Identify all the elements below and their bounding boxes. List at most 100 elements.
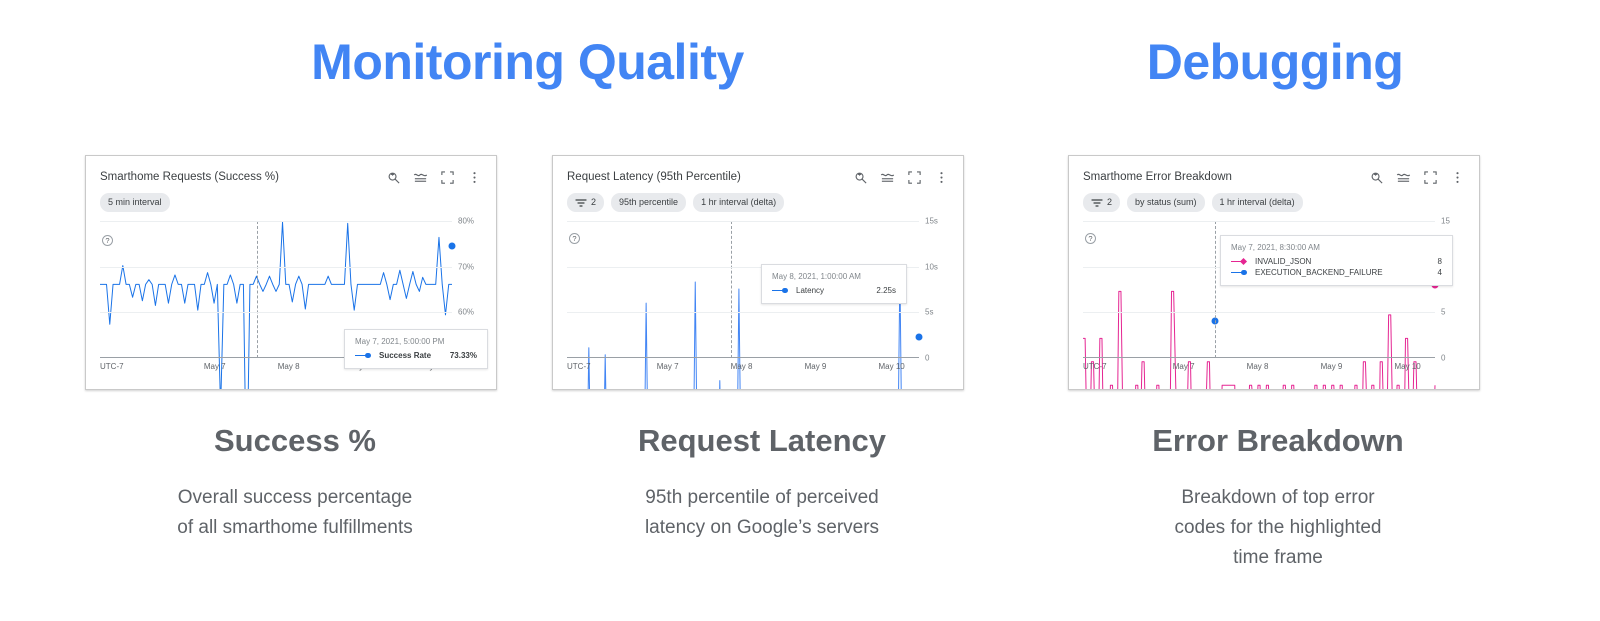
series-endpoint-marker [915, 333, 923, 341]
y-axis-tick-label: 70% [458, 262, 475, 272]
legend-swatch-line-dot [355, 352, 373, 360]
caption-line: codes for the highlighted [1174, 517, 1382, 538]
expand-fullscreen-icon[interactable] [907, 170, 922, 185]
tooltip-series-label: Latency [796, 286, 825, 295]
expand-fullscreen-icon[interactable] [440, 170, 455, 185]
tooltip-series-value: 73.33% [449, 351, 477, 360]
compare-waves-icon[interactable] [1396, 170, 1411, 185]
caption-line: time frame [1233, 547, 1323, 568]
series-endpoint-marker [448, 242, 456, 250]
section-title-monitoring: Monitoring Quality [311, 34, 744, 90]
more-vert-icon[interactable] [934, 170, 949, 185]
cursor-line[interactable] [730, 221, 732, 358]
chip-label: 95th percentile [619, 197, 679, 207]
card-icon-group [853, 170, 951, 185]
y-axis-tick-label: 80% [458, 216, 475, 226]
x-axis-tick-label: UTC-7 [567, 362, 591, 371]
chart-tooltip-success: May 7, 2021, 5:00:00 PM Success Rate 73.… [344, 329, 488, 369]
chip-groupby[interactable]: by status (sum) [1127, 193, 1205, 212]
y-axis-tick-label: 5 [1441, 307, 1446, 317]
zoom-in-icon[interactable] [1369, 170, 1384, 185]
y-axis-tick-label: 10s [925, 262, 938, 272]
tooltip-row: INVALID_JSON 8 [1231, 257, 1442, 266]
filter-icon [575, 198, 587, 207]
chart-card-errors[interactable]: Smarthome Error Breakdown 2 by status (s… [1068, 155, 1480, 390]
legend-swatch-line-diamond [1231, 257, 1249, 266]
plot-area-latency[interactable]: ? 0 5s 10s 15s UTC-7 May 7 May 8 May 9 May 10 Ma… [553, 217, 963, 381]
tooltip-time: May 7, 2021, 5:00:00 PM [355, 337, 445, 346]
caption-body-errors: Breakdown of top error codes for the hig… [1068, 483, 1488, 573]
y-axis-tick-label: 60% [458, 307, 475, 317]
expand-fullscreen-icon[interactable] [1423, 170, 1438, 185]
caption-body-success: Overall success percentage of all smarth… [85, 483, 505, 543]
x-axis-tick-label: May 9 [804, 362, 827, 371]
gridline [1083, 312, 1435, 314]
x-axis-tick-label: May 7 [203, 362, 226, 371]
chip-label: 2 [591, 197, 597, 207]
zoom-in-icon[interactable] [386, 170, 401, 185]
card-icon-group [1369, 170, 1467, 185]
column-success: Smarthome Requests (Success %) 5 min int… [85, 155, 505, 543]
tooltip-row: Latency 2.25s [772, 286, 896, 295]
x-axis [1083, 357, 1435, 358]
chip-filter-count[interactable]: 2 [567, 193, 605, 212]
x-axis-tick-label: UTC-7 [1083, 362, 1107, 371]
chart-card-latency[interactable]: Request Latency (95th Percentile) 2 95th… [552, 155, 964, 390]
x-axis-tick-label: May 8 [277, 362, 300, 371]
card-title: Smarthome Error Breakdown [1083, 171, 1232, 183]
cursor-line[interactable] [1215, 221, 1216, 358]
card-header: Request Latency (95th Percentile) [553, 156, 963, 186]
tooltip-row: Success Rate 73.33% [355, 351, 477, 360]
gridline [100, 266, 452, 268]
tooltip-series-value: 4 [1437, 268, 1442, 277]
caption-body-latency: 95th percentile of perceived latency on … [552, 483, 972, 543]
tooltip-series-value: 8 [1437, 257, 1442, 266]
chip-aggregation[interactable]: 95th percentile [611, 193, 687, 212]
legend-swatch-line-dot [1231, 269, 1249, 277]
x-axis-tick-label: UTC-7 [100, 362, 124, 371]
chip-interval[interactable]: 1 hr interval (delta) [693, 193, 785, 212]
x-axis-tick-label: May 9 [1320, 362, 1343, 371]
tooltip-series-value: 2.25s [876, 286, 896, 295]
card-title: Request Latency (95th Percentile) [567, 171, 741, 183]
y-axis-tick-label: 15s [925, 216, 938, 226]
x-axis [567, 357, 919, 358]
x-axis-tick-label: May 7 [656, 362, 679, 371]
chip-row: 5 min interval [86, 186, 496, 212]
chip-label: by status (sum) [1135, 197, 1197, 207]
compare-waves-icon[interactable] [413, 170, 428, 185]
chip-row: 2 by status (sum) 1 hr interval (delta) [1069, 186, 1479, 212]
plot-area-success[interactable]: ? 50%60%70%80%UTC-7May 7May 8May 9May 10… [86, 217, 496, 381]
cursor-line[interactable] [256, 221, 258, 358]
slide-root: Monitoring Quality Debugging Smarthome R… [0, 0, 1600, 621]
x-axis-tick-label: May 8 [730, 362, 753, 371]
caption-line: 95th percentile of perceived [645, 487, 879, 508]
chip-interval[interactable]: 5 min interval [100, 193, 170, 212]
more-vert-icon[interactable] [1450, 170, 1465, 185]
chip-row: 2 95th percentile 1 hr interval (delta) [553, 186, 963, 212]
filter-icon [1091, 198, 1103, 207]
tooltip-series-label: EXECUTION_BACKEND_FAILURE [1255, 268, 1383, 277]
compare-waves-icon[interactable] [880, 170, 895, 185]
legend-swatch-line-dot [772, 287, 790, 295]
gridline [1083, 221, 1435, 222]
zoom-in-icon[interactable] [853, 170, 868, 185]
caption-line: latency on Google’s servers [644, 517, 880, 538]
caption-line: Overall success percentage [177, 487, 413, 508]
chart-tooltip-errors: May 7, 2021, 8:30:00 AM INVALID_JSON 8 E… [1220, 235, 1453, 286]
tooltip-row: EXECUTION_BACKEND_FAILURE 4 [1231, 268, 1442, 277]
chip-label: 2 [1107, 197, 1113, 207]
chart-tooltip-latency: May 8, 2021, 1:00:00 AM Latency 2.25s [761, 264, 907, 304]
chip-filter-count[interactable]: 2 [1083, 193, 1121, 212]
more-vert-icon[interactable] [467, 170, 482, 185]
x-axis-tick-label: May 7 [1172, 362, 1195, 371]
tooltip-time: May 7, 2021, 8:30:00 AM [1231, 243, 1320, 252]
card-header: Smarthome Error Breakdown [1069, 156, 1479, 186]
caption-title-success: Success % [214, 423, 376, 458]
plot-area-errors[interactable]: ? 051015UTC-7May 7May 8May 9May 10 May 7… [1069, 217, 1479, 381]
chart-card-success[interactable]: Smarthome Requests (Success %) 5 min int… [85, 155, 497, 390]
chip-interval[interactable]: 1 hr interval (delta) [1211, 193, 1303, 212]
card-title: Smarthome Requests (Success %) [100, 171, 279, 183]
y-axis-tick-label: 15 [1441, 216, 1450, 226]
caption-line: of all smarthome fulfillments [177, 517, 413, 538]
